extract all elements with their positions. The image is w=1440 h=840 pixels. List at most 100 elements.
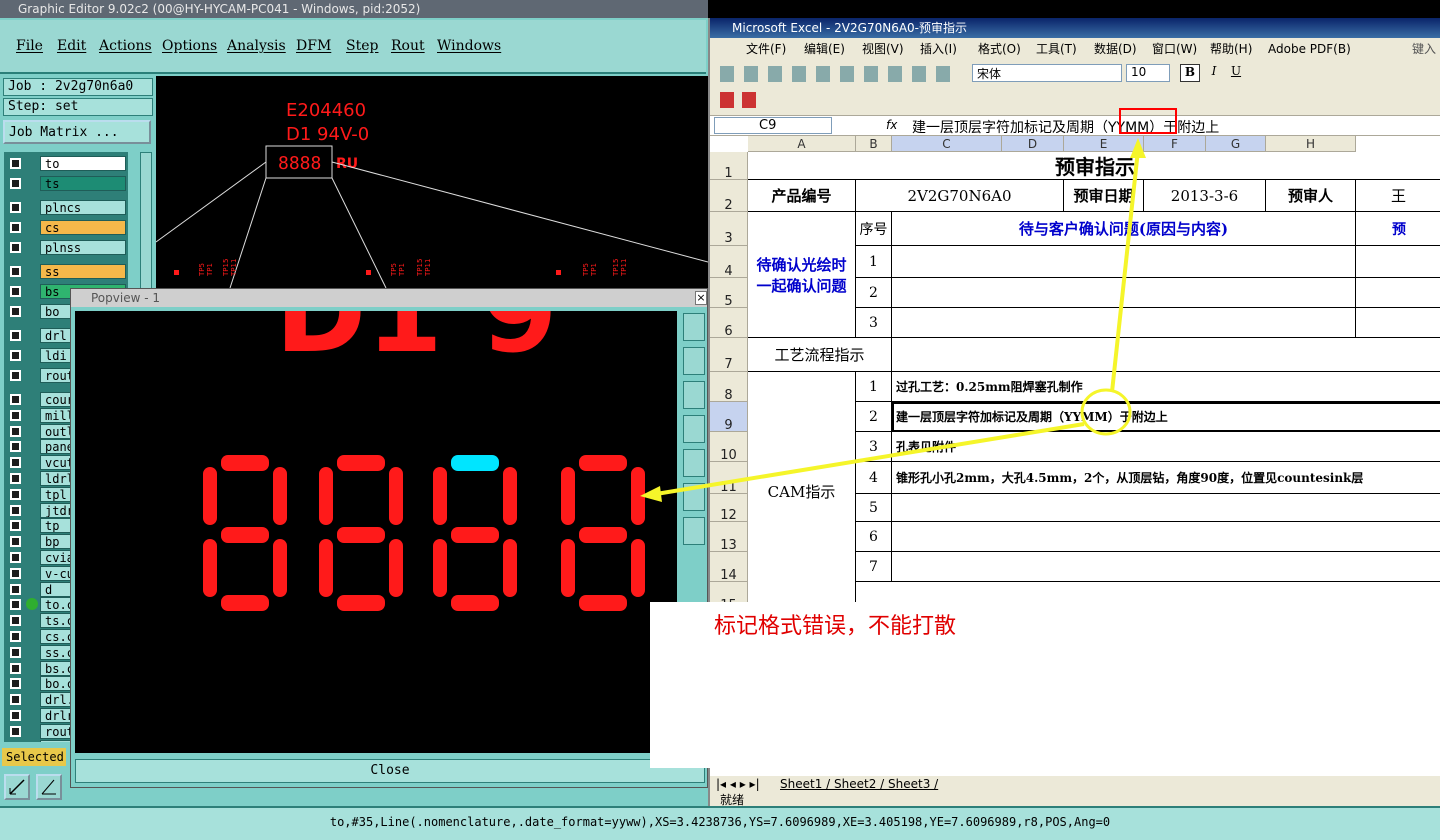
measure-tool-button[interactable] xyxy=(36,774,62,800)
layer-checkbox[interactable] xyxy=(10,725,21,737)
layer-checkbox[interactable] xyxy=(10,646,21,658)
xl-menu-window[interactable]: 窗口(W) xyxy=(1152,38,1197,60)
menu-actions[interactable]: Actions xyxy=(99,38,152,54)
xl-menu-insert[interactable]: 插入(I) xyxy=(920,38,957,60)
row-header[interactable]: 4 xyxy=(710,246,748,279)
pop-tool-5[interactable] xyxy=(683,449,705,477)
row-header[interactable]: 1 xyxy=(710,152,748,181)
menu-file[interactable]: File xyxy=(16,38,43,54)
column-header[interactable]: D xyxy=(1002,136,1064,152)
layer-checkbox[interactable] xyxy=(10,710,21,721)
xl-menu-file[interactable]: 文件(F) xyxy=(746,38,786,60)
layer-checkbox[interactable] xyxy=(10,242,21,253)
font-select[interactable]: 宋体 xyxy=(972,64,1122,82)
layer-row[interactable]: ss xyxy=(4,264,128,279)
size-select[interactable]: 10 xyxy=(1126,64,1170,82)
layer-checkbox[interactable] xyxy=(10,678,21,690)
layer-checkbox[interactable] xyxy=(10,473,21,484)
layer-checkbox[interactable] xyxy=(10,266,21,277)
layer-checkbox[interactable] xyxy=(10,536,21,548)
row-header[interactable]: 14 xyxy=(710,552,748,583)
cam-item[interactable]: 锥形孔小孔2mm，大孔4.5mm，2个，从顶层钻，角度90度，位置见counte… xyxy=(892,462,1440,494)
question-extra[interactable] xyxy=(1356,246,1440,278)
xl-menu-help[interactable]: 帮助(H) xyxy=(1210,38,1252,60)
layer-checkbox[interactable] xyxy=(10,330,21,341)
layer-checkbox[interactable] xyxy=(10,457,21,469)
layer-checkbox[interactable] xyxy=(10,409,21,421)
row-header[interactable]: 6 xyxy=(710,308,748,339)
menu-analysis[interactable]: Analysis xyxy=(227,38,286,54)
layer-checkbox[interactable] xyxy=(10,631,21,642)
question-extra[interactable] xyxy=(1356,278,1440,308)
xl-menu-adobe[interactable]: Adobe PDF(B) xyxy=(1268,38,1351,60)
layer-row[interactable]: plncs xyxy=(4,200,128,215)
cam-item[interactable] xyxy=(892,494,1440,522)
row-header[interactable]: 2 xyxy=(710,180,748,213)
layer-checkbox[interactable] xyxy=(10,370,21,381)
menu-dfm[interactable]: DFM xyxy=(296,38,331,54)
job-matrix-button[interactable]: Job Matrix ... xyxy=(3,120,151,144)
pop-tool-7[interactable] xyxy=(683,517,705,545)
cam-item[interactable]: 建一层顶层字符加标记及周期（YYMM）于附边上 xyxy=(892,402,1440,432)
layer-checkbox[interactable] xyxy=(10,694,21,706)
xl-menu-view[interactable]: 视图(V) xyxy=(862,38,904,60)
italic-button[interactable]: I xyxy=(1204,64,1224,82)
layer-checkbox[interactable] xyxy=(10,178,21,189)
layer-checkbox[interactable] xyxy=(10,222,21,233)
row-header[interactable]: 11 xyxy=(710,462,748,495)
layer-row[interactable]: ts xyxy=(4,176,128,191)
process-cell[interactable] xyxy=(892,338,1440,372)
name-box[interactable]: C9 xyxy=(714,117,832,134)
ge-main-canvas[interactable]: E204460 D1 94V-0 8888 RU TP5 TP1 TP15 TP11… xyxy=(155,76,709,289)
menu-options[interactable]: Options xyxy=(162,38,217,54)
cam-item[interactable] xyxy=(892,552,1440,582)
layer-checkbox[interactable] xyxy=(10,567,21,579)
layer-checkbox[interactable] xyxy=(10,615,21,627)
menu-step[interactable]: Step xyxy=(346,38,378,54)
question-extra[interactable] xyxy=(1356,308,1440,338)
pdf-toolbar-icons[interactable] xyxy=(720,92,760,108)
column-header[interactable]: H xyxy=(1266,136,1356,152)
layer-row[interactable]: to xyxy=(4,156,128,171)
row-header[interactable]: 5 xyxy=(710,278,748,309)
layer-checkbox[interactable] xyxy=(10,520,21,532)
underline-button[interactable]: U xyxy=(1226,64,1246,82)
row-header[interactable]: 3 xyxy=(710,212,748,246)
xl-menu-format[interactable]: 格式(O) xyxy=(978,38,1021,60)
layer-row[interactable]: cs xyxy=(4,220,128,235)
question-cell[interactable] xyxy=(892,278,1356,308)
column-header[interactable]: C xyxy=(892,136,1002,152)
row-header[interactable]: 10 xyxy=(710,432,748,463)
bold-button[interactable]: B xyxy=(1180,64,1200,82)
column-header[interactable]: E xyxy=(1064,136,1144,152)
cam-item[interactable]: 孔表见附件 xyxy=(892,432,1440,462)
layer-checkbox[interactable] xyxy=(10,306,21,317)
question-cell[interactable] xyxy=(892,308,1356,338)
layer-checkbox[interactable] xyxy=(10,504,21,516)
pop-tool-3[interactable] xyxy=(683,381,705,409)
layer-checkbox[interactable] xyxy=(10,394,21,405)
menu-edit[interactable]: Edit xyxy=(57,38,86,54)
xl-menu-tools[interactable]: 工具(T) xyxy=(1036,38,1077,60)
row-header[interactable]: 12 xyxy=(710,494,748,523)
pop-tool-6[interactable] xyxy=(683,483,705,511)
zoom-tool-button[interactable] xyxy=(4,774,30,800)
column-header[interactable]: F xyxy=(1144,136,1206,152)
layer-checkbox[interactable] xyxy=(10,662,21,674)
layer-row[interactable]: plnss xyxy=(4,240,128,255)
layer-checkbox[interactable] xyxy=(10,599,21,611)
layer-checkbox[interactable] xyxy=(10,425,21,437)
toolbar-icons[interactable] xyxy=(720,66,960,82)
pop-tool-2[interactable] xyxy=(683,347,705,375)
column-header[interactable]: A xyxy=(748,136,856,152)
row-header[interactable]: 8 xyxy=(710,372,748,403)
layer-checkbox[interactable] xyxy=(10,583,21,595)
row-header[interactable]: 13 xyxy=(710,522,748,553)
sheet-tab-list[interactable]: Sheet1 / Sheet2 / Sheet3 / xyxy=(780,776,938,792)
tab-nav-icons[interactable]: |◂ ◂ ▸ ▸| xyxy=(716,776,760,792)
xl-menu-data[interactable]: 数据(D) xyxy=(1094,38,1137,60)
column-header[interactable]: G xyxy=(1206,136,1266,152)
pop-tool-1[interactable] xyxy=(683,313,705,341)
popview-canvas[interactable]: D1 9 xyxy=(75,311,677,753)
xl-menu-edit[interactable]: 编辑(E) xyxy=(804,38,845,60)
